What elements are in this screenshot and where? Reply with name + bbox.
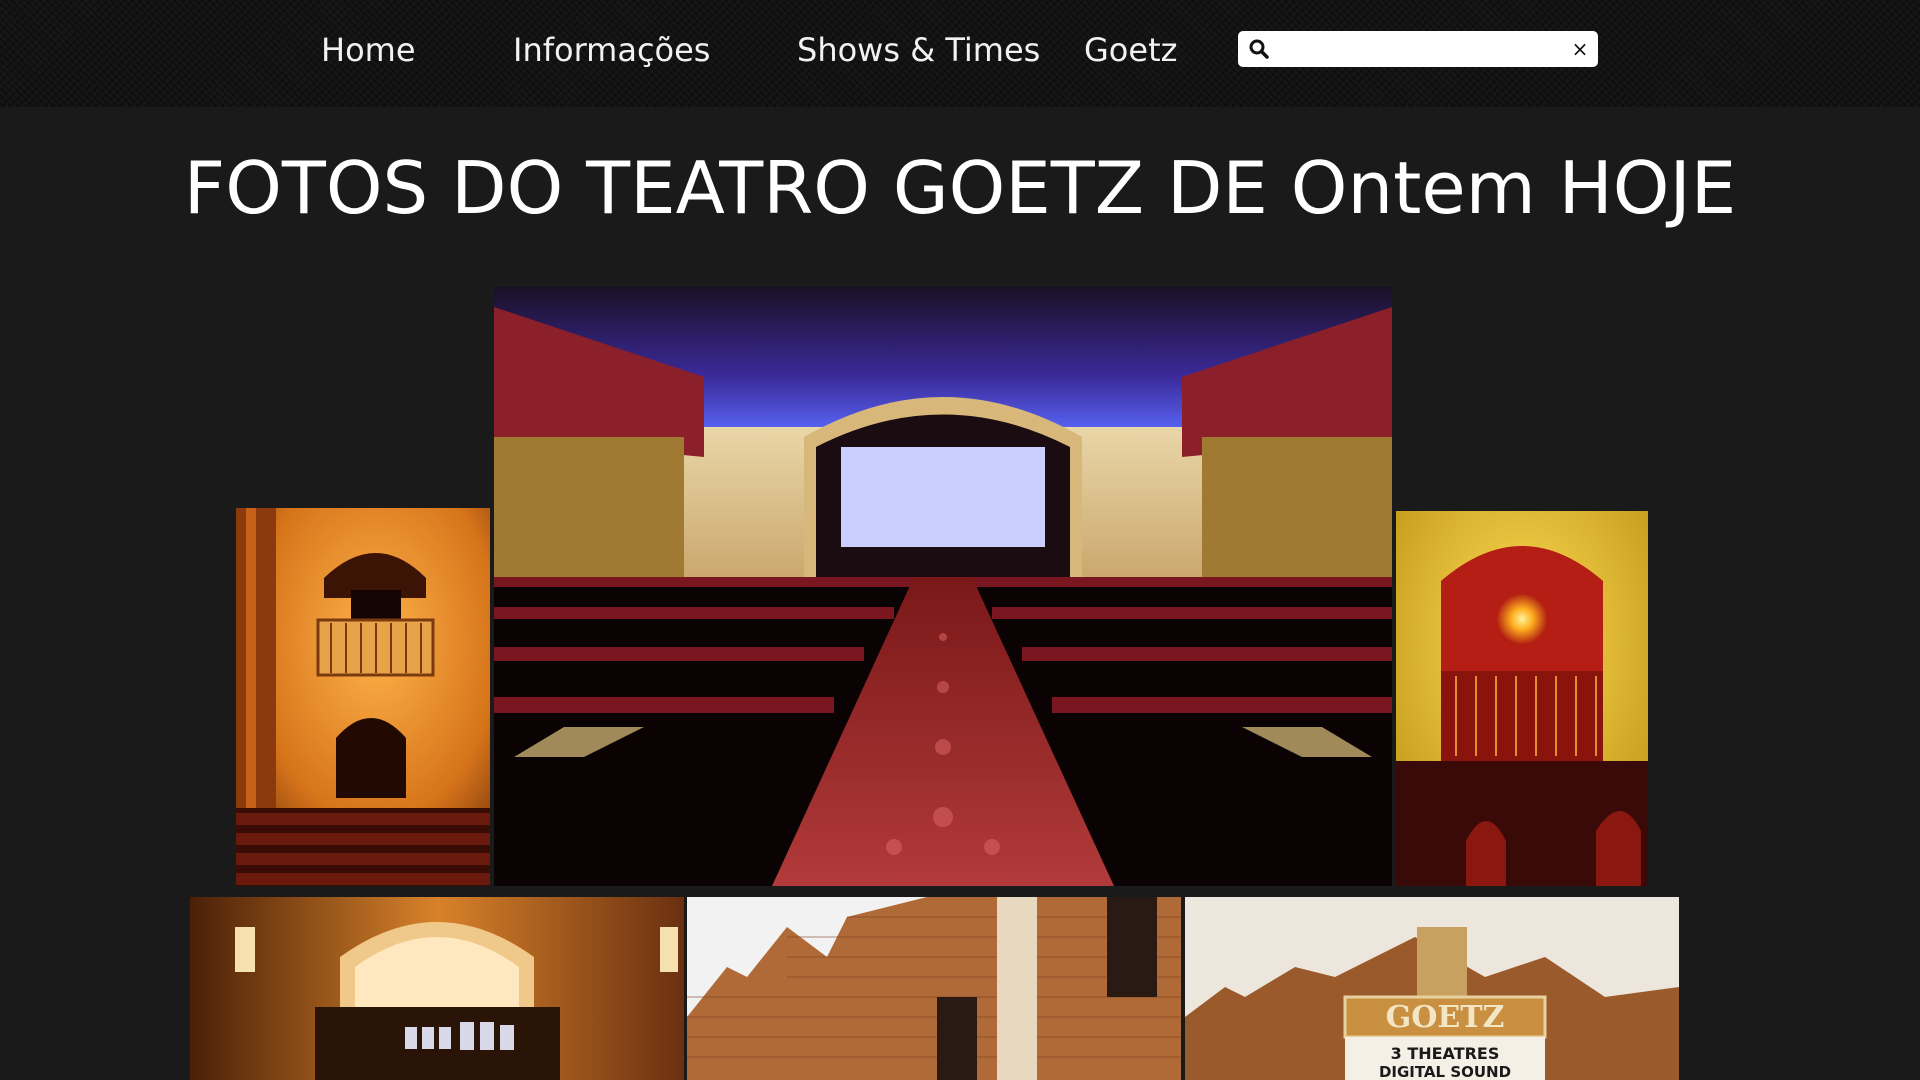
- page-title: FOTOS DO TEATRO GOETZ DE Ontem HOJE: [183, 146, 1737, 230]
- close-icon[interactable]: ×: [1568, 37, 1592, 61]
- theater-box-balcony-photo[interactable]: [236, 508, 490, 886]
- marquee-line-1: 3 THEATRES: [1391, 1044, 1500, 1063]
- nav-link-informacoes[interactable]: Informações: [513, 30, 710, 70]
- search-input[interactable]: [1278, 35, 1558, 63]
- goetz-marquee-photo[interactable]: GOETZ 3 THEATRES DIGITAL SOUND: [1185, 897, 1679, 1080]
- marquee-sign-text: GOETZ: [1386, 1000, 1505, 1035]
- search-icon[interactable]: [1248, 38, 1270, 60]
- wall-sconce-niche-photo[interactable]: [1396, 511, 1648, 886]
- nav-link-shows-times[interactable]: Shows & Times: [797, 30, 1040, 70]
- marquee-line-2: DIGITAL SOUND: [1379, 1063, 1511, 1080]
- top-navbar: Home Informações Shows & Times Goetz ×: [0, 0, 1920, 107]
- auditorium-screen-photo[interactable]: [494, 287, 1392, 886]
- nav-link-home[interactable]: Home: [321, 30, 416, 70]
- concession-stand-photo[interactable]: [190, 897, 684, 1080]
- nav-link-goetz[interactable]: Goetz: [1084, 30, 1177, 70]
- search-box: ×: [1238, 31, 1598, 67]
- brick-facade-photo[interactable]: [687, 897, 1181, 1080]
